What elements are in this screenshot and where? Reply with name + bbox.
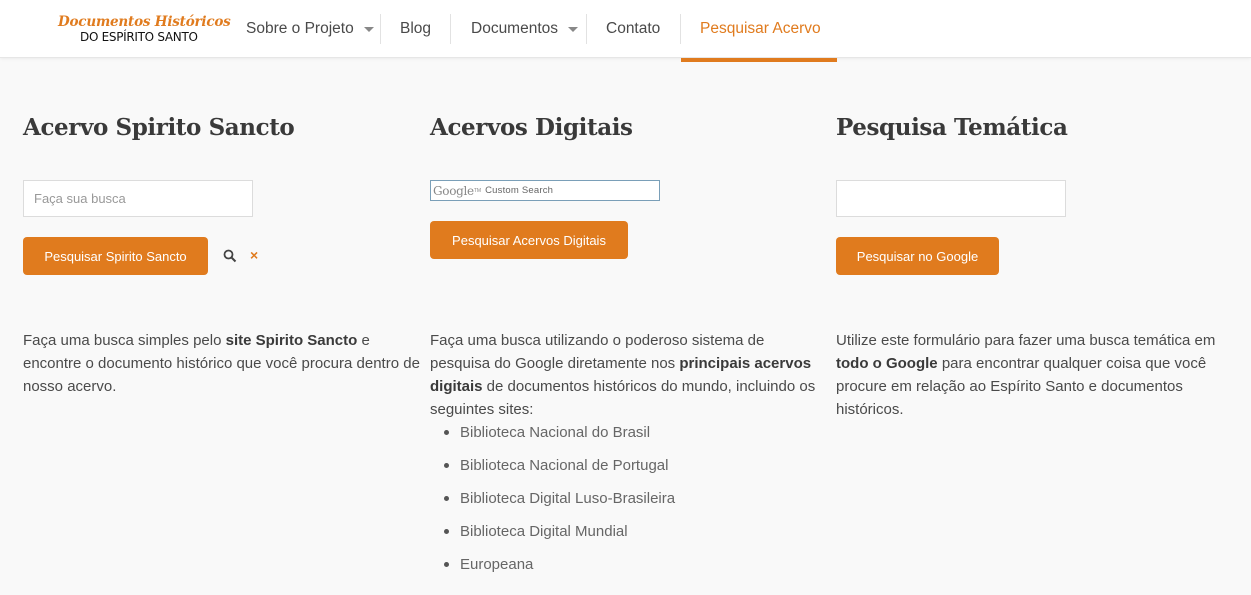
trademark-mark: TM bbox=[473, 187, 482, 194]
google-custom-search-input[interactable]: Google TM Custom Search bbox=[430, 180, 660, 201]
search-placeholder: Faça sua busca bbox=[34, 191, 126, 206]
nav-item-label: Pesquisar Acervo bbox=[700, 20, 821, 37]
google-logo: Google bbox=[433, 183, 474, 198]
digital-archives-list: Biblioteca Nacional do Brasil Biblioteca… bbox=[430, 421, 675, 586]
chevron-down-icon bbox=[568, 26, 579, 32]
nav-divider bbox=[586, 14, 587, 44]
list-item: Biblioteca Nacional de Portugal bbox=[430, 454, 675, 487]
section-description: Faça uma busca simples pelo site Spirito… bbox=[23, 332, 420, 395]
section-title: Acervo Spirito Sancto bbox=[23, 114, 295, 141]
pesquisa-tematica-section: Pesquisa Temática Pesquisar no Google Ut… bbox=[836, 100, 1236, 420]
spirito-sancto-section: Acervo Spirito Sancto Faça sua busca Pes… bbox=[23, 100, 423, 400]
section-description: Utilize este formulário para fazer uma b… bbox=[836, 332, 1216, 418]
list-item: Biblioteca Digital Luso-Brasileira bbox=[430, 487, 675, 520]
nav-item-label: Blog bbox=[400, 20, 432, 37]
logo-title: Documentos Históricos bbox=[58, 14, 231, 30]
nav-item-blog[interactable]: Blog bbox=[400, 0, 431, 58]
nav-divider bbox=[450, 14, 451, 44]
list-item: Biblioteca Digital Mundial bbox=[430, 520, 675, 553]
nav-item-label: Documentos bbox=[471, 20, 559, 37]
tematica-search-input[interactable] bbox=[836, 180, 1066, 217]
section-description: Faça uma busca utilizando o poderoso sis… bbox=[430, 332, 816, 418]
nav-item-documentos[interactable]: Documentos bbox=[471, 0, 579, 58]
acervos-digitais-section: Acervos Digitais Google TM Custom Search… bbox=[430, 100, 830, 590]
active-nav-indicator bbox=[681, 58, 837, 62]
site-header: Documentos Históricos DO ESPÍRITO SANTO … bbox=[0, 0, 1251, 58]
spirito-search-input[interactable]: Faça sua busca bbox=[23, 180, 253, 217]
button-label: Pesquisar Spirito Sancto bbox=[44, 248, 187, 264]
list-item: Biblioteca Nacional do Brasil bbox=[430, 421, 675, 454]
search-icon[interactable] bbox=[223, 249, 237, 263]
nav-item-sobre-o-projeto[interactable]: Sobre o Projeto bbox=[246, 0, 374, 58]
nav-item-label: Contato bbox=[606, 20, 661, 37]
button-label: Pesquisar no Google bbox=[856, 248, 979, 264]
nav-divider bbox=[680, 14, 681, 44]
pesquisar-spirito-button[interactable]: Pesquisar Spirito Sancto bbox=[23, 237, 208, 275]
chevron-down-icon bbox=[363, 26, 374, 32]
button-label: Pesquisar Acervos Digitais bbox=[452, 232, 606, 248]
nav-item-label: Sobre o Projeto bbox=[246, 20, 354, 37]
nav-item-contato[interactable]: Contato bbox=[606, 0, 660, 58]
logo-subtitle: DO ESPÍRITO SANTO bbox=[80, 30, 198, 44]
section-title: Pesquisa Temática bbox=[836, 114, 1068, 141]
nav-divider bbox=[380, 14, 381, 44]
section-title: Acervos Digitais bbox=[430, 114, 633, 141]
close-icon[interactable]: × bbox=[250, 248, 262, 262]
site-logo[interactable]: Documentos Históricos DO ESPÍRITO SANTO bbox=[56, 14, 231, 46]
pesquisar-no-google-button[interactable]: Pesquisar no Google bbox=[836, 237, 999, 275]
list-item: Europeana bbox=[430, 553, 675, 586]
nav-item-pesquisar-acervo[interactable]: Pesquisar Acervo bbox=[700, 0, 821, 58]
custom-search-label: Custom Search bbox=[485, 185, 554, 196]
pesquisar-acervos-digitais-button[interactable]: Pesquisar Acervos Digitais bbox=[430, 221, 628, 259]
